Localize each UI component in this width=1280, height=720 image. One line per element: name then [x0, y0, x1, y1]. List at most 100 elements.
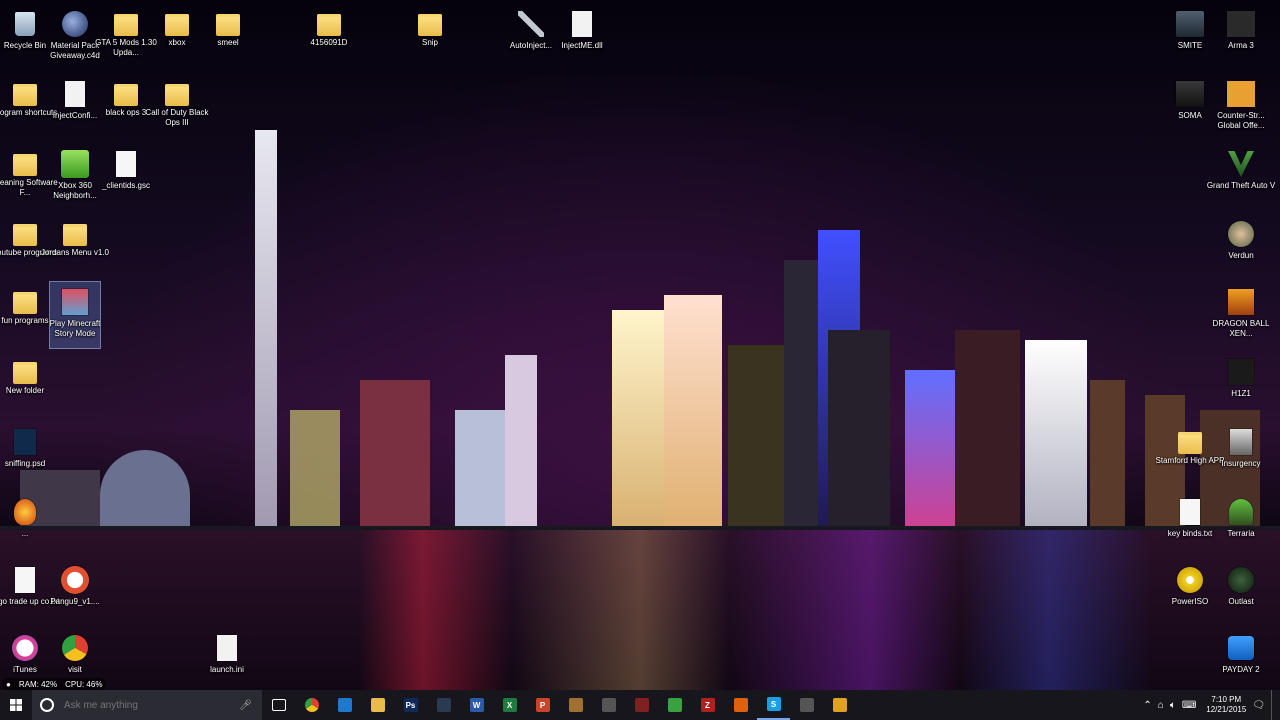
desktop-icon-insurgency[interactable]: Insurgency — [1216, 422, 1266, 488]
desktop-icon-label: Call of Duty Black Ops III — [145, 108, 209, 127]
desktop-icon-4156091d[interactable]: 4156091D — [304, 4, 354, 70]
config-file-icon-glyph — [217, 635, 237, 661]
flame-icon — [11, 497, 39, 527]
desktop-icon-terraria[interactable]: Terraria — [1216, 492, 1266, 558]
desktop-icon-smite[interactable]: SMITE — [1165, 4, 1215, 70]
tray-overflow-chevron-icon[interactable]: ⌃ — [1143, 700, 1151, 711]
desktop-icon-csgo-trade[interactable]: csgo trade up co.txt — [0, 560, 60, 626]
desktop-icon-payday2[interactable]: PAYDAY 2 — [1216, 628, 1266, 690]
keyboard-icon[interactable]: ⌨︎ — [1182, 700, 1196, 711]
desktop-icon-snip[interactable]: Snip — [405, 4, 455, 70]
desktop-icon-xbox[interactable]: xbox — [152, 4, 202, 70]
taskbar-app-steam[interactable] — [427, 690, 460, 720]
desktop-icon-label: Outlast — [1228, 597, 1254, 606]
csgo-icon — [1227, 79, 1255, 109]
text-file-icon-glyph — [15, 567, 35, 593]
desktop-icon-program-shortcuts[interactable]: program shortcuts — [0, 74, 57, 140]
taskbar-app-pen-app[interactable] — [790, 690, 823, 720]
taskbar-app-unknown-red-app[interactable] — [625, 690, 658, 720]
h1z1-icon-glyph — [1228, 359, 1254, 385]
desktop-icon-label: Grand Theft Auto V — [1206, 181, 1276, 190]
desktop-icon-youtube-programs[interactable]: Youtube programs — [0, 214, 58, 280]
desktop-icon-clientids[interactable]: _clientids.gsc — [101, 144, 151, 210]
poweriso-icon-glyph — [1177, 567, 1203, 593]
minecraft-icon — [61, 287, 89, 317]
recycle-bin-icon — [11, 9, 39, 39]
desktop-icon-unknown-flame[interactable]: ... — [0, 492, 50, 558]
folder-icon — [114, 14, 138, 36]
desktop-icon-injectconfig[interactable]: InjectConfi... — [50, 74, 100, 140]
smite-icon — [1176, 9, 1204, 39]
desktop-icon-xbox360-neighborhood[interactable]: Xbox 360 Neighborh... — [50, 144, 100, 210]
desktop-icon-poweriso[interactable]: PowerISO — [1165, 560, 1215, 626]
smite-icon-glyph — [1176, 11, 1204, 37]
show-desktop-button[interactable] — [1271, 690, 1276, 720]
system-monitor-widget[interactable]: ● RAM: 42% CPU: 46% — [2, 678, 107, 690]
cinema4d-icon-glyph — [62, 11, 88, 37]
desktop-icon-smeel[interactable]: smeel — [203, 4, 253, 70]
desktop-icon-dragonball[interactable]: DRAGON BALL XEN... — [1213, 282, 1269, 348]
desktop-icon-outlast[interactable]: Outlast — [1216, 560, 1266, 626]
desktop-icon-gta5[interactable]: Grand Theft Auto V — [1207, 144, 1275, 210]
desktop-icon-verdun[interactable]: Verdun — [1216, 214, 1266, 280]
desktop-icon-cod-bo3[interactable]: Call of Duty Black Ops III — [145, 74, 209, 140]
taskbar-app-edge[interactable] — [328, 690, 361, 720]
desktop-icon-h1z1[interactable]: H1Z1 — [1216, 352, 1266, 418]
desktop-icon-minecraft-story[interactable]: Play Minecraft Story Mode — [49, 281, 101, 349]
taskbar-app-filezilla[interactable]: Z — [691, 690, 724, 720]
clock[interactable]: 7:10 PM 12/21/2015 — [1206, 695, 1246, 715]
desktop-icon-gta5-mods[interactable]: GTA 5 Mods 1.30 Upda... — [95, 4, 157, 70]
desktop-icon-autoinject[interactable]: AutoInject... — [506, 4, 556, 70]
taskbar-app-recorder[interactable] — [823, 690, 856, 720]
taskbar-app-skype[interactable]: S — [757, 690, 790, 720]
microphone-icon[interactable]: 🎤︎ — [239, 700, 252, 711]
taskbar-app-photoshop[interactable]: Ps — [394, 690, 427, 720]
photoshop-icon: Ps — [403, 698, 418, 712]
action-center-icon[interactable]: 🗨︎ — [1252, 700, 1265, 711]
taskbar-pinned-apps: Ps W X P Z S — [262, 690, 856, 720]
desktop-icon-launch-ini[interactable]: launch.ini — [202, 628, 252, 690]
network-icon[interactable]: ⌂ — [1158, 700, 1164, 711]
cortana-search-box[interactable]: 🎤︎ — [32, 690, 262, 720]
volume-icon[interactable]: 🔈︎ — [1170, 700, 1176, 711]
start-button[interactable] — [0, 690, 32, 720]
poweriso-icon — [1176, 565, 1204, 595]
skyline-tower — [255, 130, 277, 530]
taskbar-app-task-view[interactable] — [262, 690, 295, 720]
skyline-building — [1025, 340, 1087, 530]
taskbar-app-word[interactable]: W — [460, 690, 493, 720]
taskbar-app-file-explorer[interactable] — [361, 690, 394, 720]
taskbar-app-chrome[interactable] — [295, 690, 328, 720]
desktop-icon-material-pack[interactable]: Material Pack Giveaway.c4d — [50, 4, 100, 70]
desktop-icon-new-folder[interactable]: New folder — [0, 352, 50, 418]
itunes-icon — [11, 633, 39, 663]
text-file-icon — [11, 565, 39, 595]
desktop-icon-key-binds[interactable]: key binds.txt — [1165, 492, 1215, 558]
edge-icon — [337, 698, 352, 712]
desktop-icon-sniffing-psd[interactable]: sniffing.psd — [0, 422, 50, 488]
taskbar-app-unknown-folder-app[interactable] — [559, 690, 592, 720]
desktop-icon-csgo[interactable]: Counter-Str... Global Offe... — [1216, 74, 1266, 140]
taskbar-app-store[interactable] — [592, 690, 625, 720]
desktop-icon-pangu9[interactable]: Pangu9_v1.... — [50, 560, 100, 626]
clock-time: 7:10 PM — [1211, 695, 1242, 704]
pangu-icon-glyph — [61, 566, 89, 594]
skyline-dome — [100, 450, 190, 530]
taskbar-app-green-app[interactable] — [658, 690, 691, 720]
desktop-icon-arma3[interactable]: Arma 3 — [1216, 4, 1266, 70]
verdun-icon-glyph — [1228, 221, 1254, 247]
search-input[interactable] — [62, 698, 236, 712]
desktop-icon-injectme-dll[interactable]: InjectME.dll — [557, 4, 607, 70]
desktop-icon-stamford-app[interactable]: Stamford High APP — [1156, 422, 1224, 488]
skyline-building — [905, 370, 955, 530]
taskbar-app-excel[interactable]: X — [493, 690, 526, 720]
skyline-building — [828, 330, 890, 530]
payday-icon — [1227, 633, 1255, 663]
taskbar-app-flame-app[interactable] — [724, 690, 757, 720]
folder-icon — [63, 224, 87, 246]
desktop-icon-black-ops-3[interactable]: black ops 3 — [101, 74, 151, 140]
config-file-icon-glyph — [65, 81, 85, 107]
taskbar-app-powerpoint[interactable]: P — [526, 690, 559, 720]
folder-icon — [1178, 432, 1202, 454]
desktop-icon-jordans-menu[interactable]: Jordans Menu v1.0 — [41, 214, 109, 280]
